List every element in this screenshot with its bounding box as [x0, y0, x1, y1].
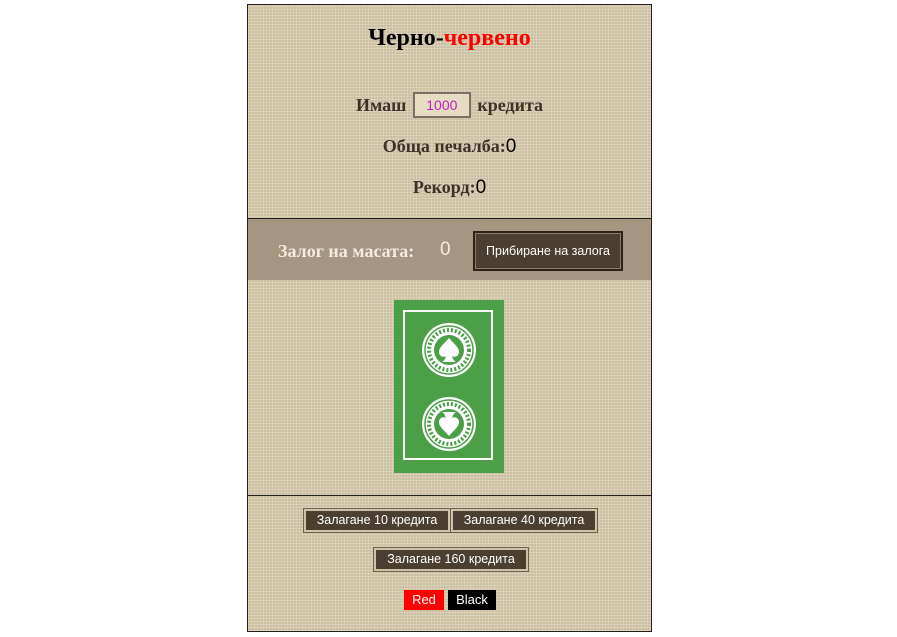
record-line: Рекорд:0	[248, 177, 651, 199]
bottom-divider	[248, 495, 651, 496]
top-emblem-icon	[422, 323, 476, 377]
title-black-part: Черно-	[368, 25, 444, 51]
table-bet-value: 0	[440, 239, 451, 260]
credits-suffix: кредита	[477, 95, 543, 116]
table-bet-bar: Залог на масата: 0 Прибиране на залога	[248, 218, 651, 280]
title-red-part: червено	[443, 25, 531, 51]
credits-prefix: Имаш	[355, 95, 407, 116]
game-title: Черно-червено	[248, 25, 651, 52]
credits-field[interactable]: 1000	[412, 92, 471, 118]
game-panel: Черно-червено Имаш 1000 кредита Обща печ…	[247, 4, 652, 632]
total-profit-line: Обща печалба:0	[248, 136, 651, 158]
record-value: 0	[475, 177, 487, 198]
bet-40-button[interactable]: Залагане 40 кредита	[450, 508, 598, 533]
card-back-emblems	[422, 323, 476, 451]
bet-160-button[interactable]: Залагане 160 кредита	[373, 547, 529, 572]
table-bet-label: Залог на масата:	[278, 241, 415, 261]
total-profit-value: 0	[505, 136, 517, 157]
credits-line: Имаш 1000 кредита	[248, 92, 651, 120]
black-button[interactable]: Black	[448, 590, 496, 610]
total-profit-label: Обща печалба:	[382, 136, 506, 156]
red-button[interactable]: Red	[404, 590, 444, 610]
collect-bet-button[interactable]: Прибиране на залога	[473, 231, 623, 271]
playing-card[interactable]	[394, 300, 504, 473]
bet-10-button[interactable]: Залагане 10 кредита	[303, 508, 451, 533]
bottom-emblem-icon	[422, 397, 476, 451]
record-label: Рекорд:	[412, 177, 476, 197]
